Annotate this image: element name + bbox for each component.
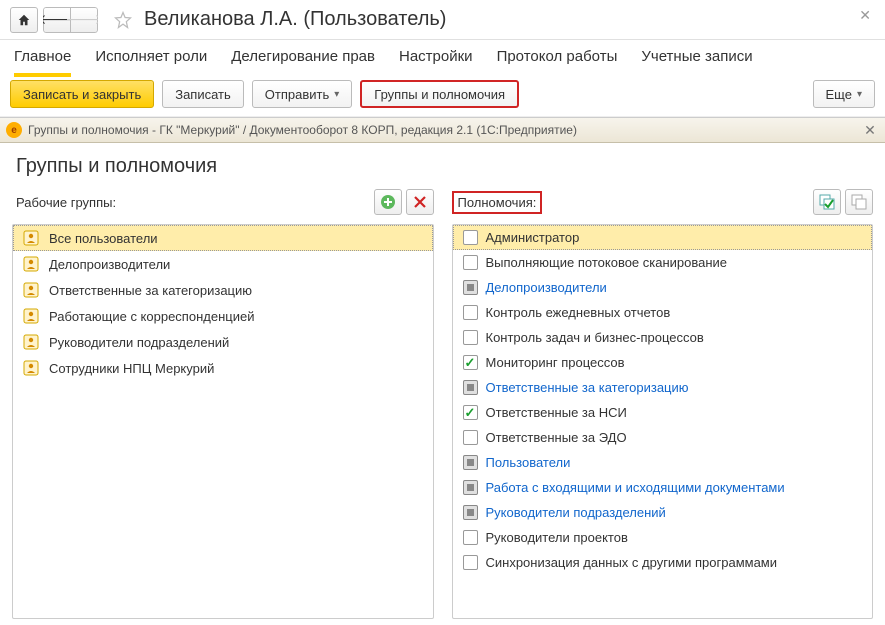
person-icon <box>23 308 39 324</box>
permission-row[interactable]: Администратор <box>453 225 873 250</box>
permission-row[interactable]: Выполняющие потоковое сканирование <box>453 250 873 275</box>
permission-label[interactable]: Руководители подразделений <box>486 505 666 520</box>
person-icon <box>23 282 39 298</box>
add-group-button[interactable] <box>374 189 402 215</box>
chevron-down-icon: ▾ <box>857 89 862 100</box>
forward-button[interactable]: 🡒 <box>70 7 98 33</box>
group-row[interactable]: Все пользователи <box>13 225 433 251</box>
permission-row[interactable]: Руководители проектов <box>453 525 873 550</box>
group-row[interactable]: Работающие с корреспонденцией <box>13 303 433 329</box>
person-icon <box>23 230 39 246</box>
permission-row[interactable]: Ответственные за ЭДО <box>453 425 873 450</box>
check-all-button[interactable] <box>813 189 841 215</box>
delete-group-button[interactable] <box>406 189 434 215</box>
workgroups-list[interactable]: Все пользователи Делопроизводители Ответст… <box>12 224 434 619</box>
permissions-label: Полномочия: <box>452 191 543 214</box>
permission-row[interactable]: Делопроизводители <box>453 275 873 300</box>
group-row[interactable]: Сотрудники НПЦ Меркурий <box>13 355 433 381</box>
chevron-down-icon: ▾ <box>334 89 339 100</box>
group-row[interactable]: Ответственные за категоризацию <box>13 277 433 303</box>
group-row[interactable]: Руководители подразделений <box>13 329 433 355</box>
permission-row[interactable]: Пользователи <box>453 450 873 475</box>
permission-checkbox[interactable] <box>463 555 478 570</box>
permission-row[interactable]: Работа с входящими и исходящими документ… <box>453 475 873 500</box>
permission-label: Ответственные за ЭДО <box>486 430 627 445</box>
permission-row[interactable]: Контроль задач и бизнес-процессов <box>453 325 873 350</box>
tab-4[interactable]: Протокол работы <box>497 44 618 73</box>
subwindow-close-icon[interactable]: ✕ <box>861 121 879 139</box>
group-row[interactable]: Делопроизводители <box>13 251 433 277</box>
person-icon <box>23 334 39 350</box>
subwindow-heading: Группы и полномочия <box>0 143 885 186</box>
permission-checkbox[interactable] <box>463 330 478 345</box>
permission-checkbox[interactable] <box>463 505 478 520</box>
app-1c-icon: e <box>6 122 22 138</box>
more-button[interactable]: Еще ▾ <box>813 80 875 108</box>
home-button[interactable] <box>10 7 38 33</box>
permission-label[interactable]: Делопроизводители <box>486 280 607 295</box>
tab-3[interactable]: Настройки <box>399 44 473 73</box>
permission-label: Контроль ежедневных отчетов <box>486 305 671 320</box>
tab-1[interactable]: Исполняет роли <box>95 44 207 73</box>
subwindow-title: Группы и полномочия - ГК "Меркурий" / До… <box>28 123 577 137</box>
permission-checkbox[interactable] <box>463 405 478 420</box>
permission-row[interactable]: Ответственные за НСИ <box>453 400 873 425</box>
permission-checkbox[interactable] <box>463 380 478 395</box>
group-label: Ответственные за категоризацию <box>49 283 252 298</box>
send-button[interactable]: Отправить ▾ <box>252 80 353 108</box>
tab-5[interactable]: Учетные записи <box>641 44 752 73</box>
permission-label[interactable]: Ответственные за категоризацию <box>486 380 689 395</box>
permission-checkbox[interactable] <box>463 355 478 370</box>
group-label: Все пользователи <box>49 231 158 246</box>
permission-row[interactable]: Мониторинг процессов <box>453 350 873 375</box>
permission-row[interactable]: Контроль ежедневных отчетов <box>453 300 873 325</box>
permission-label: Выполняющие потоковое сканирование <box>486 255 728 270</box>
permission-label: Синхронизация данных с другими программа… <box>486 555 778 570</box>
workgroups-label: Рабочие группы: <box>12 193 120 212</box>
page-title: Великанова Л.А. (Пользователь) <box>144 8 446 31</box>
permission-checkbox[interactable] <box>463 230 478 245</box>
permission-checkbox[interactable] <box>463 455 478 470</box>
permission-checkbox[interactable] <box>463 255 478 270</box>
favorite-star-icon[interactable] <box>113 10 133 30</box>
permission-row[interactable]: Синхронизация данных с другими программа… <box>453 550 873 575</box>
permissions-list[interactable]: Администратор Выполняющие потоковое скани… <box>452 224 874 619</box>
send-button-label: Отправить <box>265 87 329 102</box>
groups-and-permissions-button[interactable]: Группы и полномочия <box>360 80 519 108</box>
permission-row[interactable]: Руководители подразделений <box>453 500 873 525</box>
permission-checkbox[interactable] <box>463 280 478 295</box>
save-and-close-button[interactable]: Записать и закрыть <box>10 80 154 108</box>
group-label: Работающие с корреспонденцией <box>49 309 254 324</box>
group-label: Руководители подразделений <box>49 335 229 350</box>
more-button-label: Еще <box>826 87 852 102</box>
person-icon <box>23 256 39 272</box>
permission-label: Мониторинг процессов <box>486 355 625 370</box>
permission-row[interactable]: Ответственные за категоризацию <box>453 375 873 400</box>
tab-0[interactable]: Главное <box>14 44 71 77</box>
group-label: Делопроизводители <box>49 257 170 272</box>
tab-2[interactable]: Делегирование прав <box>231 44 375 73</box>
permission-checkbox[interactable] <box>463 480 478 495</box>
permission-label: Контроль задач и бизнес-процессов <box>486 330 704 345</box>
save-button[interactable]: Записать <box>162 80 244 108</box>
permission-checkbox[interactable] <box>463 530 478 545</box>
group-label: Сотрудники НПЦ Меркурий <box>49 361 214 376</box>
permission-label: Ответственные за НСИ <box>486 405 627 420</box>
permission-label: Руководители проектов <box>486 530 628 545</box>
tabs-bar: ГлавноеИсполняет ролиДелегирование правН… <box>0 40 885 72</box>
permission-label[interactable]: Пользователи <box>486 455 571 470</box>
permission-checkbox[interactable] <box>463 430 478 445</box>
permission-label: Администратор <box>486 230 580 245</box>
permission-label[interactable]: Работа с входящими и исходящими документ… <box>486 480 785 495</box>
close-icon[interactable]: ✕ <box>859 7 871 24</box>
permission-checkbox[interactable] <box>463 305 478 320</box>
uncheck-all-button[interactable] <box>845 189 873 215</box>
person-icon <box>23 360 39 376</box>
